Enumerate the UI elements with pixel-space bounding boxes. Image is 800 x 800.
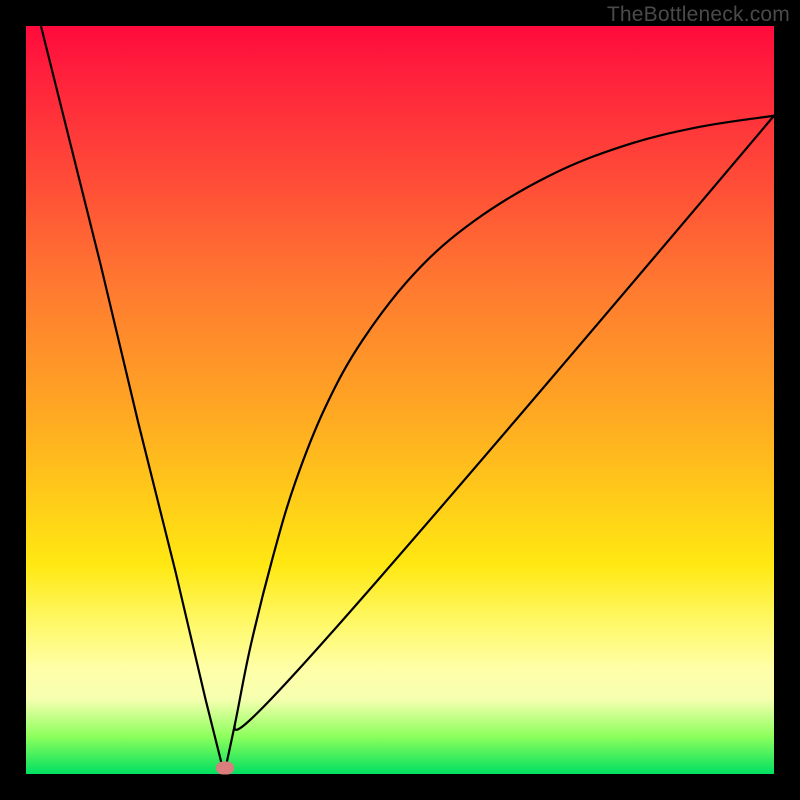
bottleneck-curve: [26, 26, 774, 774]
curve-path: [41, 26, 774, 774]
chart-frame: TheBottleneck.com: [0, 0, 800, 800]
plot-area: [26, 26, 774, 774]
watermark-text: TheBottleneck.com: [607, 3, 790, 27]
minimum-marker: [216, 762, 234, 775]
